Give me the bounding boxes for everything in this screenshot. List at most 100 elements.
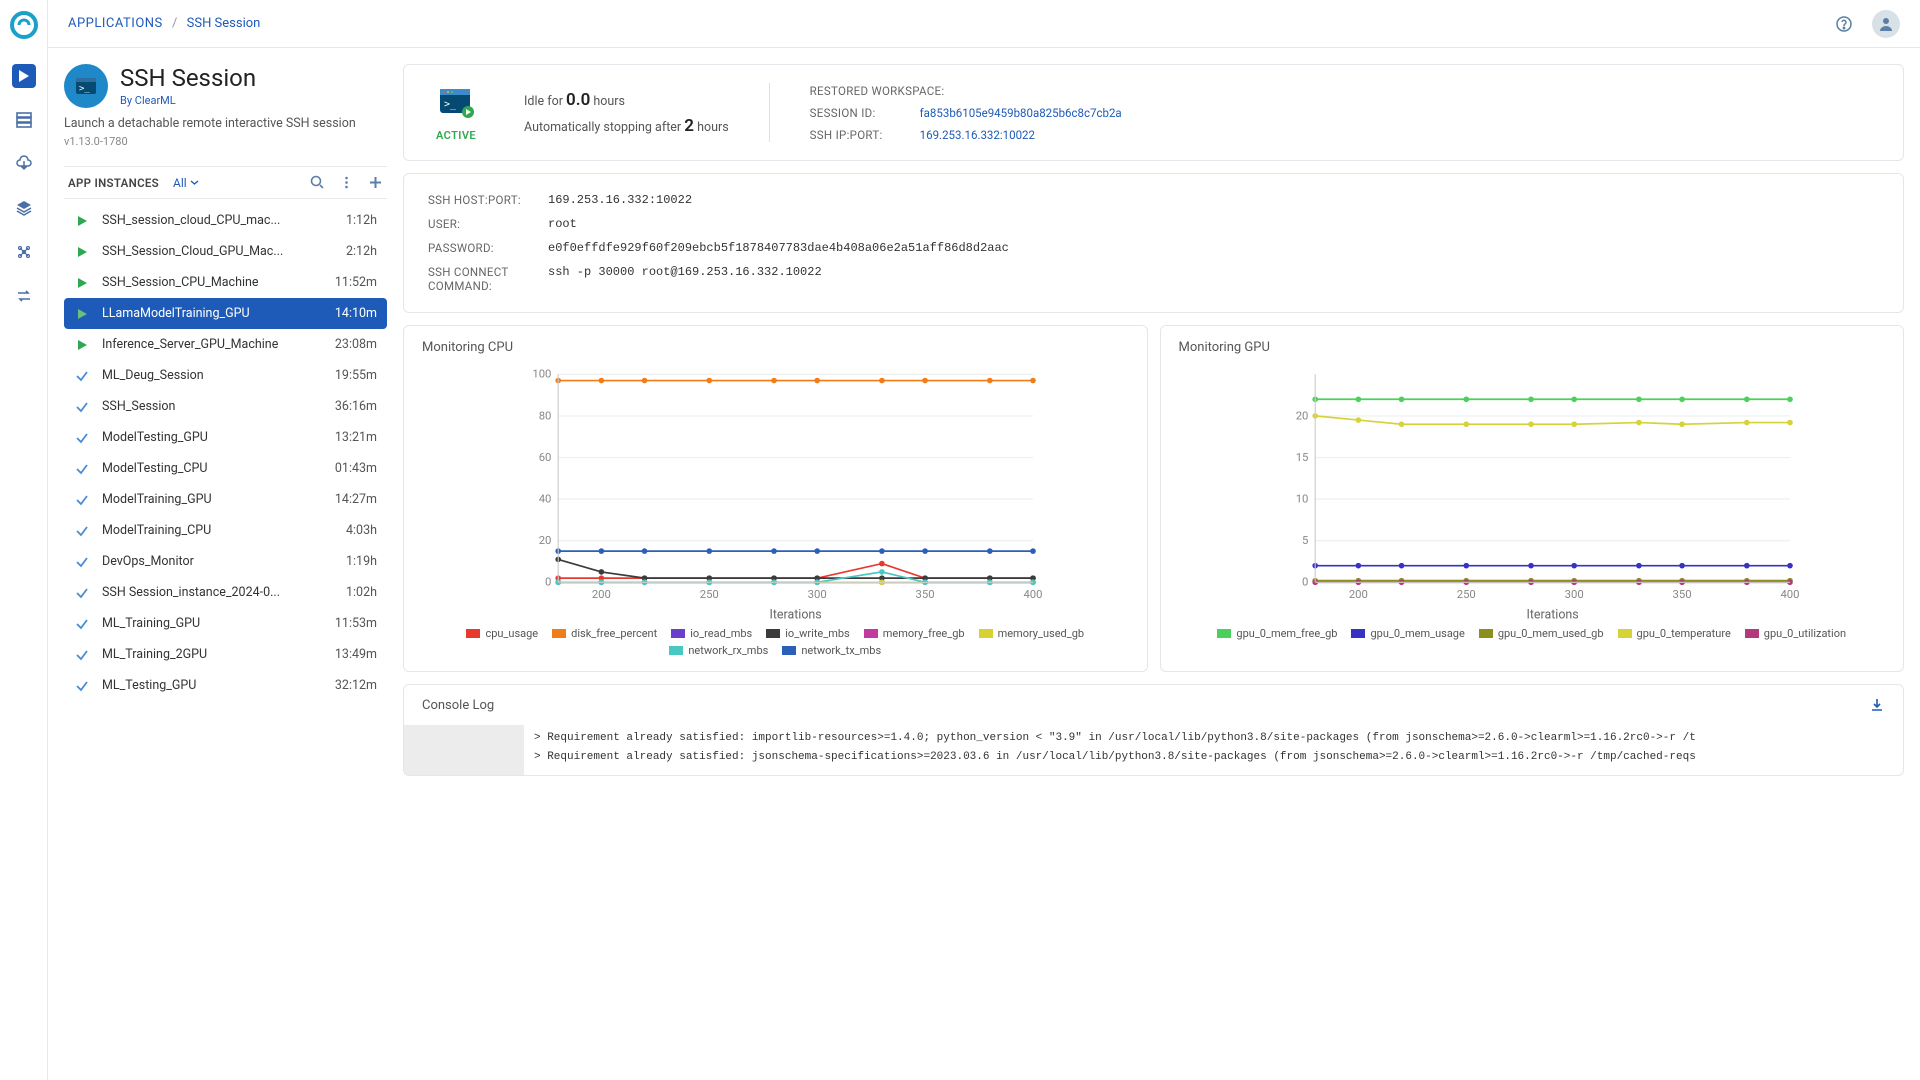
instance-row[interactable]: DevOps_Monitor 1:19h <box>64 546 387 577</box>
play-icon <box>74 339 90 351</box>
instance-row[interactable]: ML_Testing_GPU 32:12m <box>64 670 387 701</box>
meta-label: RESTORED WORKSPACE: <box>810 84 945 98</box>
charts-row: Monitoring CPU02040608010020025030035040… <box>403 325 1904 672</box>
instance-name: ModelTesting_GPU <box>102 430 323 445</box>
play-icon <box>74 308 90 320</box>
instance-row[interactable]: SSH_Session_CPU_Machine 11:52m <box>64 267 387 298</box>
legend-item[interactable]: disk_free_percent <box>552 627 657 640</box>
legend-item[interactable]: gpu_0_mem_free_gb <box>1217 627 1337 640</box>
svg-text:200: 200 <box>592 588 611 601</box>
instance-row[interactable]: SSH Session_instance_2024-0... 1:02h <box>64 577 387 608</box>
legend-item[interactable]: gpu_0_utilization <box>1745 627 1846 640</box>
download-icon[interactable] <box>1869 697 1885 713</box>
console-line: > Requirement already satisfied: importl… <box>534 729 1893 748</box>
instance-row[interactable]: Inference_Server_GPU_Machine 23:08m <box>64 329 387 360</box>
check-icon <box>74 679 90 693</box>
svg-text:300: 300 <box>808 588 827 601</box>
cpu-chart-svg[interactable]: 020406080100200250300350400Iterations <box>422 363 1129 623</box>
svg-text:40: 40 <box>539 492 552 505</box>
instance-row[interactable]: ML_Deug_Session 19:55m <box>64 360 387 391</box>
conn-value[interactable]: ssh -p 30000 root@169.253.16.332.10022 <box>548 265 822 293</box>
nav-cloud-icon[interactable] <box>12 152 36 176</box>
console-output[interactable]: > Requirement already satisfied: importl… <box>524 725 1903 775</box>
legend-item[interactable]: cpu_usage <box>466 627 538 640</box>
status-card: >_ ACTIVE Idle for 0.0 hours Automatical… <box>403 64 1904 161</box>
right-panel: >_ ACTIVE Idle for 0.0 hours Automatical… <box>403 48 1920 1080</box>
legend-item[interactable]: memory_used_gb <box>979 627 1085 640</box>
check-icon <box>74 493 90 507</box>
instance-time: 14:27m <box>335 492 377 507</box>
breadcrumb-current[interactable]: SSH Session <box>187 16 261 31</box>
instance-name: ML_Training_GPU <box>102 616 323 631</box>
add-icon[interactable] <box>368 175 383 190</box>
instance-name: SSH Session_instance_2024-0... <box>102 585 334 600</box>
conn-value[interactable]: e0f0effdfe929f60f209ebcb5f1878407783dae4… <box>548 241 1009 255</box>
legend-item[interactable]: network_rx_mbs <box>669 644 768 657</box>
meta-row: SSH IP:PORT: 169.253.16.332:10022 <box>810 128 1122 142</box>
legend-item[interactable]: io_read_mbs <box>671 627 752 640</box>
instance-row[interactable]: SSH_Session 36:16m <box>64 391 387 422</box>
instance-name: DevOps_Monitor <box>102 554 334 569</box>
play-icon <box>74 277 90 289</box>
nav-layers-icon[interactable] <box>12 196 36 220</box>
svg-text:250: 250 <box>700 588 719 601</box>
check-icon <box>74 586 90 600</box>
chart-card-cpu: Monitoring CPU02040608010020025030035040… <box>403 325 1148 672</box>
instance-row[interactable]: ModelTesting_CPU 01:43m <box>64 453 387 484</box>
nav-servers-icon[interactable] <box>12 108 36 132</box>
svg-text:>_: >_ <box>79 84 90 94</box>
gpu-chart-svg[interactable]: 05101520200250300350400Iterations <box>1179 363 1886 623</box>
instance-row[interactable]: LLamaModelTraining_GPU 14:10m <box>64 298 387 329</box>
legend-item[interactable]: io_write_mbs <box>766 627 849 640</box>
brand-logo[interactable] <box>9 10 39 40</box>
instance-row[interactable]: ML_Training_2GPU 13:49m <box>64 639 387 670</box>
instance-row[interactable]: ModelTraining_CPU 4:03h <box>64 515 387 546</box>
more-icon[interactable] <box>339 175 354 190</box>
instances-filter[interactable]: All <box>173 176 199 190</box>
chart-card-gpu: Monitoring GPU05101520200250300350400Ite… <box>1160 325 1905 672</box>
instance-name: ML_Training_2GPU <box>102 647 323 662</box>
instance-row[interactable]: ModelTesting_GPU 13:21m <box>64 422 387 453</box>
legend-item[interactable]: memory_free_gb <box>864 627 965 640</box>
status-label: ACTIVE <box>436 129 476 142</box>
instance-name: SSH_Session <box>102 399 323 414</box>
left-panel: >_ SSH Session By ClearML Launch a detac… <box>48 48 403 1080</box>
nav-apps-icon[interactable] <box>12 64 36 88</box>
meta-row: RESTORED WORKSPACE: <box>810 84 1122 98</box>
svg-text:20: 20 <box>539 534 552 547</box>
instance-row[interactable]: SSH_session_cloud_CPU_mac... 1:12h <box>64 205 387 236</box>
user-avatar-icon[interactable] <box>1872 10 1900 38</box>
check-icon <box>74 431 90 445</box>
svg-text:60: 60 <box>539 451 552 464</box>
svg-text:Iterations: Iterations <box>769 607 821 622</box>
conn-value[interactable]: root <box>548 217 577 231</box>
svg-text:15: 15 <box>1295 451 1308 464</box>
svg-text:0: 0 <box>1302 576 1308 589</box>
instance-time: 2:12h <box>346 244 377 259</box>
meta-value[interactable]: 169.253.16.332:10022 <box>920 128 1035 142</box>
nav-brain-icon[interactable] <box>12 240 36 264</box>
app-by[interactable]: By ClearML <box>120 94 256 107</box>
play-icon <box>74 215 90 227</box>
instance-name: ML_Deug_Session <box>102 368 323 383</box>
conn-row: PASSWORD: e0f0effdfe929f60f209ebcb5f1878… <box>428 236 1879 260</box>
check-icon <box>74 617 90 631</box>
instance-name: SSH_session_cloud_CPU_mac... <box>102 213 334 228</box>
idle-text: Idle for 0.0 hours <box>524 90 729 110</box>
legend-item[interactable]: gpu_0_mem_usage <box>1351 627 1464 640</box>
svg-text:>_: >_ <box>444 99 457 110</box>
instance-name: ModelTesting_CPU <box>102 461 323 476</box>
breadcrumb[interactable]: APPLICATIONS / SSH Session <box>68 16 260 31</box>
meta-value[interactable]: fa853b6105e9459b80a825b6c8c7cb2a <box>920 106 1122 120</box>
search-icon[interactable] <box>310 175 325 190</box>
conn-value[interactable]: 169.253.16.332:10022 <box>548 193 692 207</box>
instance-row[interactable]: ML_Training_GPU 11:53m <box>64 608 387 639</box>
breadcrumb-parent[interactable]: APPLICATIONS <box>68 16 163 31</box>
instance-row[interactable]: SSH_Session_Cloud_GPU_Mac... 2:12h <box>64 236 387 267</box>
legend-item[interactable]: gpu_0_temperature <box>1618 627 1731 640</box>
instance-row[interactable]: ModelTraining_GPU 14:27m <box>64 484 387 515</box>
legend-item[interactable]: network_tx_mbs <box>782 644 881 657</box>
help-icon[interactable] <box>1830 10 1858 38</box>
nav-sync-icon[interactable] <box>12 284 36 308</box>
legend-item[interactable]: gpu_0_mem_used_gb <box>1479 627 1604 640</box>
